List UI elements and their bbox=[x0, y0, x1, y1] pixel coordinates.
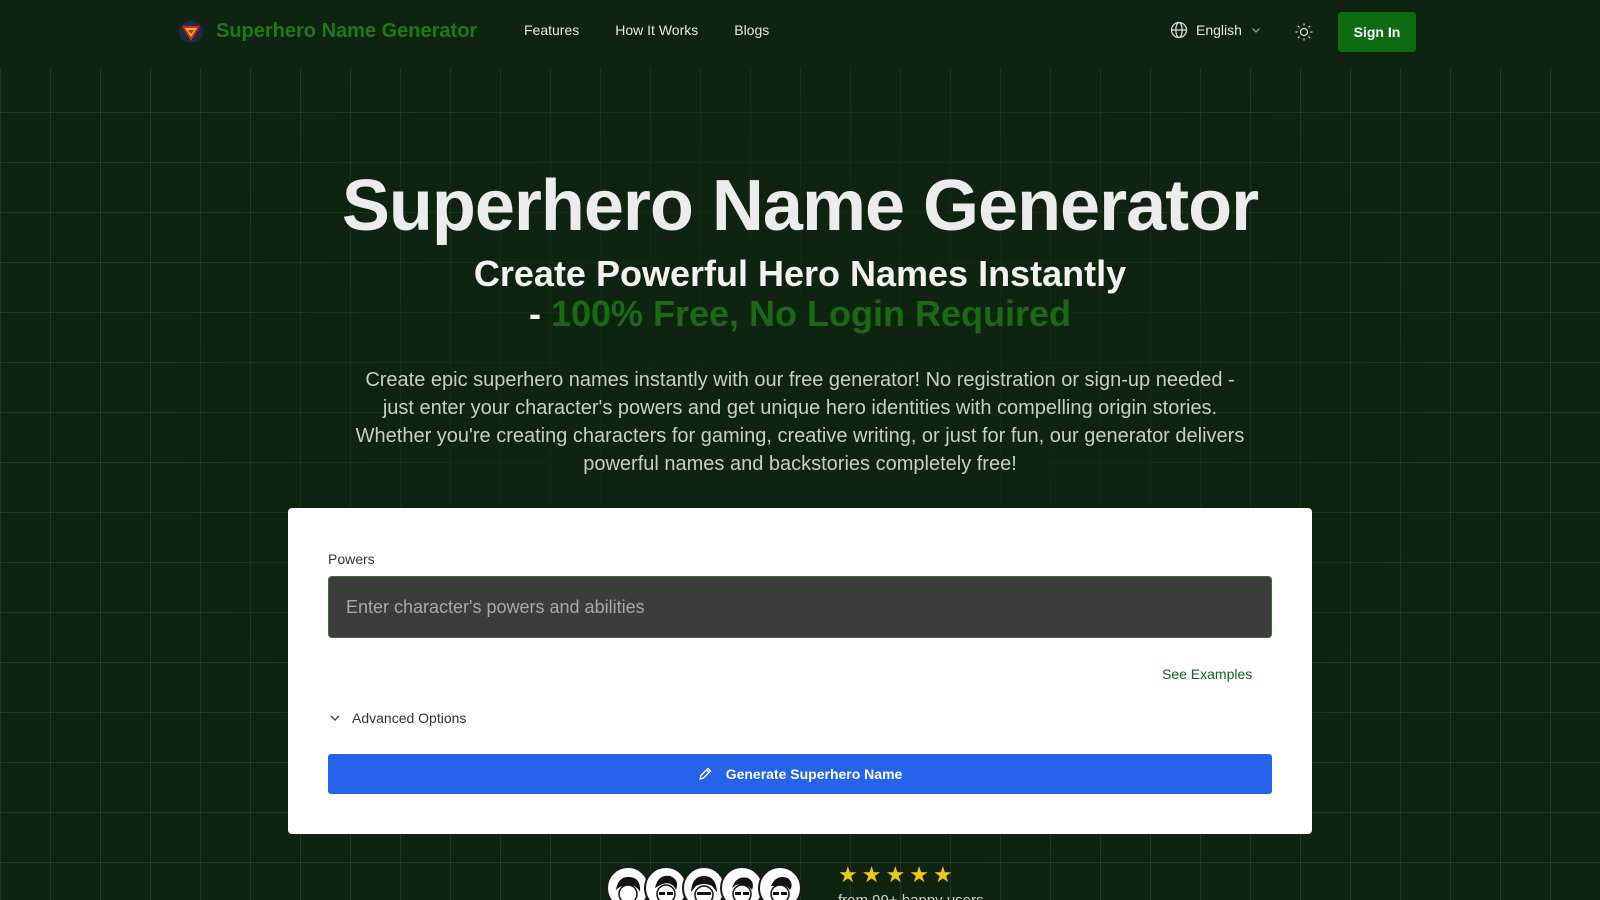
nav-blogs[interactable]: Blogs bbox=[734, 22, 769, 38]
star-icon: ★ bbox=[932, 862, 953, 887]
chevron-down-icon bbox=[1251, 28, 1260, 33]
generate-button[interactable]: Generate Superhero Name bbox=[328, 754, 1272, 794]
generator-card: Powers See Examples Advanced Options Gen… bbox=[288, 508, 1312, 834]
page-title: Superhero Name Generator bbox=[341, 166, 1259, 246]
powers-input[interactable] bbox=[328, 576, 1272, 638]
star-icon: ★ bbox=[861, 862, 882, 887]
advanced-options-toggle[interactable]: Advanced Options bbox=[328, 710, 466, 726]
brand-name: Superhero Name Generator bbox=[216, 19, 478, 42]
advanced-options-label: Advanced Options bbox=[352, 710, 467, 726]
chevron-down-icon bbox=[330, 715, 340, 721]
powers-label: Powers bbox=[328, 551, 375, 567]
avatar bbox=[758, 866, 802, 900]
star-icon: ★ bbox=[909, 862, 929, 887]
user-avatars bbox=[606, 866, 802, 900]
subtitle-main: Create Powerful Hero Names Instantly bbox=[473, 253, 1127, 294]
rating-stars: ★ ★ ★ ★ ★ bbox=[838, 864, 984, 886]
nav-features[interactable]: Features bbox=[524, 22, 579, 38]
star-icon: ★ bbox=[885, 862, 906, 887]
hero-description: Create epic superhero names instantly wi… bbox=[355, 369, 1245, 475]
see-examples-link[interactable]: See Examples bbox=[1162, 666, 1252, 682]
subtitle-dash: - bbox=[528, 293, 551, 334]
globe-icon bbox=[1170, 21, 1188, 39]
site-header: Superhero Name Generator Features How It… bbox=[0, 0, 1600, 64]
brand-logo-link[interactable]: Superhero Name Generator bbox=[178, 18, 477, 44]
nav-how-it-works[interactable]: How It Works bbox=[615, 22, 698, 38]
language-label: English bbox=[1196, 22, 1242, 38]
rating-block: ★ ★ ★ ★ ★ from 99+ happy users bbox=[838, 864, 984, 900]
hero-subtitle: Create Powerful Hero Names Instantly - 1… bbox=[0, 254, 1600, 334]
hero-section: Superhero Name Generator Create Powerful… bbox=[0, 170, 1600, 334]
superhero-shield-icon bbox=[179, 21, 203, 43]
sign-in-button[interactable]: Sign In bbox=[1338, 12, 1416, 52]
subtitle-highlight: 100% Free, No Login Required bbox=[550, 293, 1072, 334]
sun-icon[interactable] bbox=[1294, 22, 1314, 42]
generate-button-label: Generate Superhero Name bbox=[725, 766, 903, 782]
happy-users-text: from 99+ happy users bbox=[838, 892, 984, 900]
star-icon: ★ bbox=[838, 862, 858, 887]
language-selector[interactable]: English bbox=[1170, 21, 1262, 39]
main-nav: Features How It Works Blogs bbox=[524, 22, 769, 38]
pencil-icon bbox=[698, 767, 712, 780]
